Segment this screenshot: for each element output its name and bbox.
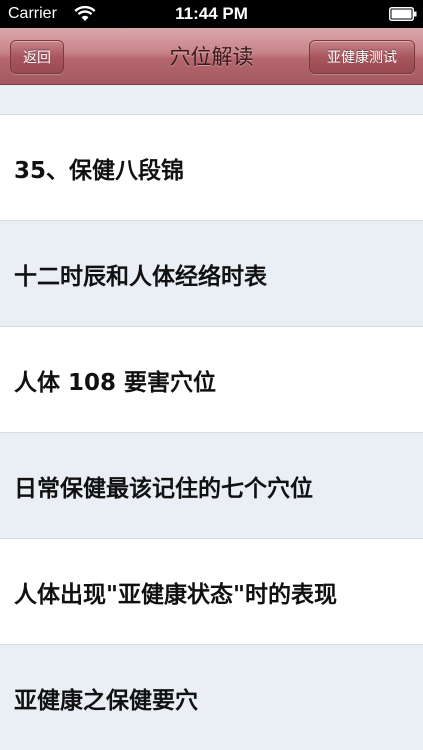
battery-icon [389,7,417,21]
status-time: 11:44 PM [175,4,248,23]
list-item[interactable]: 人体出现"亚健康状态"时的表现 [0,539,423,645]
list-item-label: 日常保健最该记住的七个穴位 [14,475,313,502]
health-test-button[interactable]: 亚健康测试 [309,40,415,74]
back-button[interactable]: 返回 [10,40,64,74]
list-item[interactable]: 35、保健八段锦 [0,115,423,221]
list-item[interactable]: 十二时辰和人体经络时表 [0,221,423,327]
list-item-label: 亚健康之保健要穴 [14,687,198,714]
list-item-label: 十二时辰和人体经络时表 [14,263,267,290]
list-item-label: 35、保健八段锦 [14,157,185,184]
list-item-label: 人体出现"亚健康状态"时的表现 [14,581,337,608]
list-item[interactable]: 人体 108 要害穴位 [0,327,423,433]
list-item-label: 人体 108 要害穴位 [14,369,217,396]
list-top-strip [0,85,423,115]
status-bar: Carrier 11:44 PM [0,0,423,28]
app-screen: Carrier 11:44 PM 返回 穴位解读 亚健康测试 35、保健八段锦 … [0,0,423,750]
page-title: 穴位解读 [169,45,254,69]
navigation-bar: 返回 穴位解读 亚健康测试 [0,28,423,85]
list-item[interactable]: 日常保健最该记住的七个穴位 [0,433,423,539]
list-item[interactable]: 亚健康之保健要穴 [0,645,423,750]
acupoint-list: 35、保健八段锦 十二时辰和人体经络时表 人体 108 要害穴位 日常保健最该记… [0,85,423,750]
